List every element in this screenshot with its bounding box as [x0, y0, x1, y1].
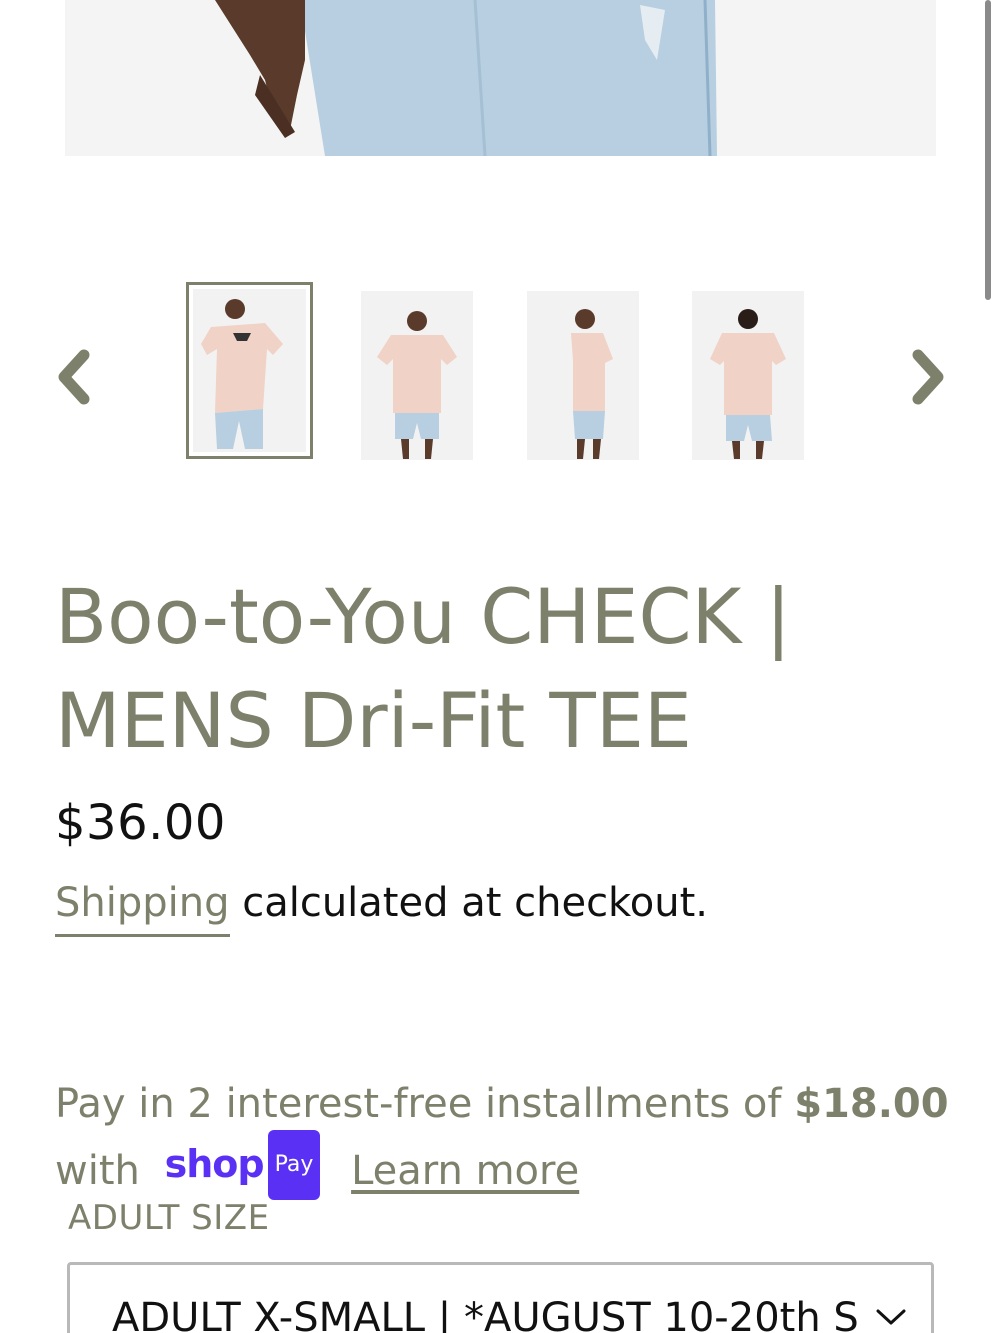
size-selected-value: ADULT X-SMALL | *AUGUST 10-20th S [112, 1295, 859, 1333]
shipping-notice: Shipping calculated at checkout. [55, 880, 709, 937]
product-page: Boo-to-You CHECK | MENS Dri-Fit TEE $36.… [0, 0, 1000, 1333]
page-scrollbar[interactable] [985, 0, 991, 300]
shop-pay-installments: Pay in 2 interest-free installments of $… [55, 1072, 955, 1210]
shipping-link[interactable]: Shipping [55, 880, 230, 937]
product-price: $36.00 [55, 795, 226, 851]
gallery-thumbnail-1[interactable] [186, 282, 313, 459]
shop-pay-logo: shop Pay [164, 1130, 321, 1206]
product-hero-image [65, 0, 936, 156]
shipping-suffix: calculated at checkout. [242, 880, 709, 926]
gallery-prev-button[interactable] [52, 345, 96, 409]
chevron-right-icon [912, 349, 944, 405]
learn-more-link[interactable]: Learn more [351, 1148, 579, 1194]
gallery-thumbnail-2[interactable] [361, 291, 473, 460]
installments-amount: $18.00 [794, 1081, 949, 1127]
product-title: Boo-to-You CHECK | MENS Dri-Fit TEE [55, 572, 792, 765]
thumbnail-image [527, 291, 639, 460]
installments-with: with [55, 1148, 140, 1194]
thumbnail-image [361, 291, 473, 460]
chevron-left-icon [58, 349, 90, 405]
gallery-next-button[interactable] [906, 345, 950, 409]
chevron-down-icon [876, 1309, 906, 1325]
gallery-thumbnail-4[interactable] [692, 291, 804, 460]
installments-prefix: Pay in 2 interest-free installments of [55, 1081, 782, 1127]
thumbnail-image [193, 289, 306, 452]
shop-pay-wordmark: shop [164, 1142, 265, 1186]
gallery-thumbnail-3[interactable] [527, 291, 639, 460]
pay-badge: Pay [267, 1130, 321, 1200]
size-label: ADULT SIZE [68, 1198, 270, 1238]
size-select[interactable]: ADULT X-SMALL | *AUGUST 10-20th S [67, 1262, 934, 1333]
thumbnail-image [692, 291, 804, 460]
